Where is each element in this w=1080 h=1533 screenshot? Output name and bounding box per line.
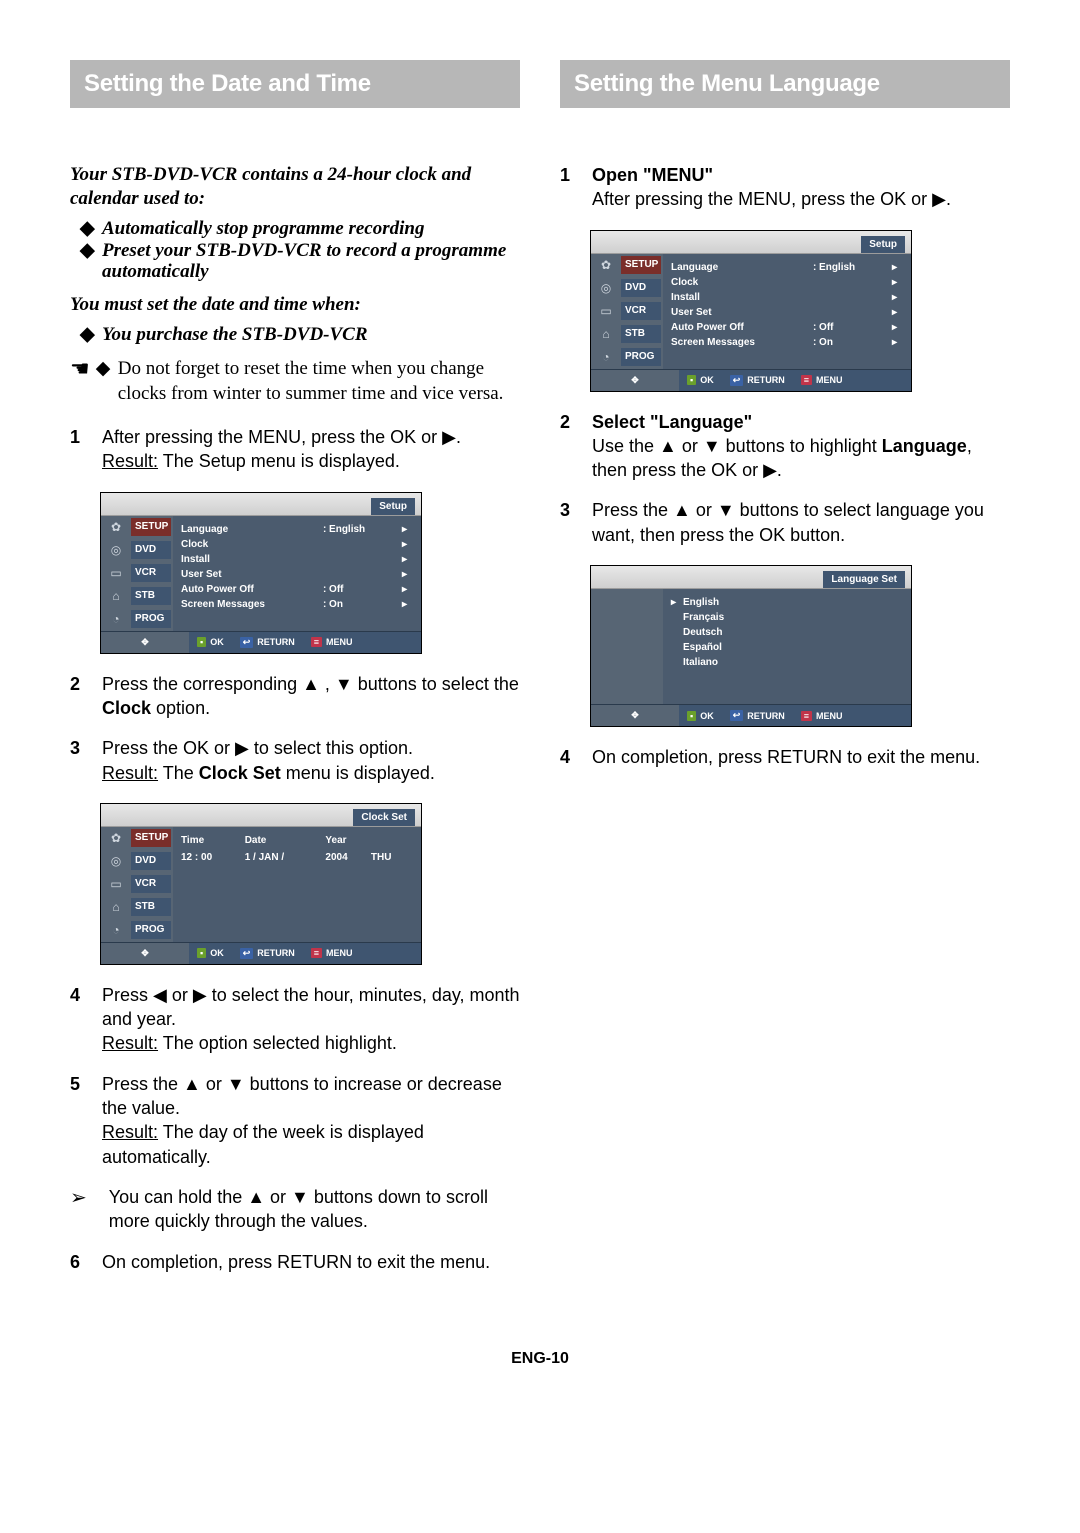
return-icon: ↩: [240, 637, 254, 648]
disc-icon: ◎: [101, 543, 131, 557]
intro-line: Your STB-DVD-VCR contains a 24-hour cloc…: [70, 163, 520, 211]
when-intro: You must set the date and time when:: [70, 293, 520, 317]
title-date-time: Setting the Date and Time: [70, 60, 520, 108]
gear-icon: ✿: [101, 520, 131, 534]
menu-icon: ≡: [311, 637, 322, 647]
step-3-body: Press the OK or ▶ to select this option.…: [102, 736, 520, 785]
step-4-body: Press ◀ or ▶ to select the hour, minutes…: [102, 983, 520, 1056]
page-number: ENG-10: [70, 1350, 1010, 1368]
step-5-body: Press the ▲ or ▼ buttons to increase or …: [102, 1072, 520, 1169]
r-step-2: Select "Language" Use the ▲ or ▼ buttons…: [592, 410, 1010, 483]
osd-language-set: Language Set ▸English Français Deutsch E…: [590, 565, 1010, 727]
osd-setup-right: Setup ✿SETUP ◎DVD ▭VCR ⌂STB ◔PROG Langua…: [590, 230, 1010, 392]
osd-clock-set: Clock Set ✿SETUP ◎DVD ▭VCR ⌂STB ◔PROG: [100, 803, 520, 965]
when-bullets: You purchase the STB-DVD-VCR: [70, 325, 520, 346]
tape-icon: ▭: [101, 566, 131, 580]
osd-clock-table: Time Date Year 12 : 00 1 / JAN / 2004 T: [173, 827, 421, 942]
osd-setup-left: Setup ✿SETUP ◎DVD ▭VCR ⌂STB ◔PROG Langua…: [100, 492, 520, 654]
osd-title-lang: Language Set: [823, 571, 905, 588]
bullet-auto-stop: Automatically stop programme recording: [102, 219, 520, 240]
ok-icon: ▪: [197, 637, 206, 647]
steps-left: 1 After pressing the MENU, press the OK …: [70, 425, 520, 474]
step-2-body: Press the corresponding ▲ , ▼ buttons to…: [102, 672, 520, 721]
stb-icon: ⌂: [101, 589, 131, 603]
osd-footer: ✥ ▪OK ↩RETURN ≡MENU: [101, 631, 421, 653]
col-menu-language: Setting the Menu Language 1 Open "MENU" …: [560, 60, 1010, 1290]
bullet-preset: Preset your STB-DVD-VCR to record a prog…: [102, 241, 520, 283]
intro-bullets: Automatically stop programme recording P…: [70, 219, 520, 284]
step-6-body: On completion, press RETURN to exit the …: [102, 1250, 520, 1274]
note-arrow-icon: ➢: [70, 1185, 87, 1212]
nav-icon: ✥: [141, 637, 149, 648]
osd-lang-list: ▸English Français Deutsch Español Italia…: [663, 589, 911, 704]
r-step-3: Press the ▲ or ▼ buttons to select langu…: [592, 498, 1010, 547]
note-scroll-tip: ➢ You can hold the ▲ or ▼ buttons down t…: [70, 1185, 520, 1234]
osd-title-clock: Clock Set: [353, 809, 415, 826]
bullet-reset-time: Do not forget to reset the time when you…: [118, 356, 520, 407]
bullet-purchase: You purchase the STB-DVD-VCR: [102, 325, 520, 346]
prog-icon: ◔: [101, 612, 131, 626]
hand-icon: ☚: [70, 356, 90, 380]
osd-title-setup: Setup: [371, 498, 415, 515]
r-step-4: On completion, press RETURN to exit the …: [592, 745, 1010, 769]
title-menu-language: Setting the Menu Language: [560, 60, 1010, 108]
col-date-time: Setting the Date and Time Your STB-DVD-V…: [70, 60, 520, 1290]
osd-sidebar: ✿SETUP ◎DVD ▭VCR ⌂STB ◔PROG: [101, 516, 173, 631]
step-num-1: 1: [70, 425, 84, 474]
step-1-body: After pressing the MENU, press the OK or…: [102, 425, 520, 474]
osd-setup-list: Language: English▸ Clock▸ Install▸ User …: [173, 516, 421, 631]
r-step-1: Open "MENU" After pressing the MENU, pre…: [592, 163, 1010, 212]
